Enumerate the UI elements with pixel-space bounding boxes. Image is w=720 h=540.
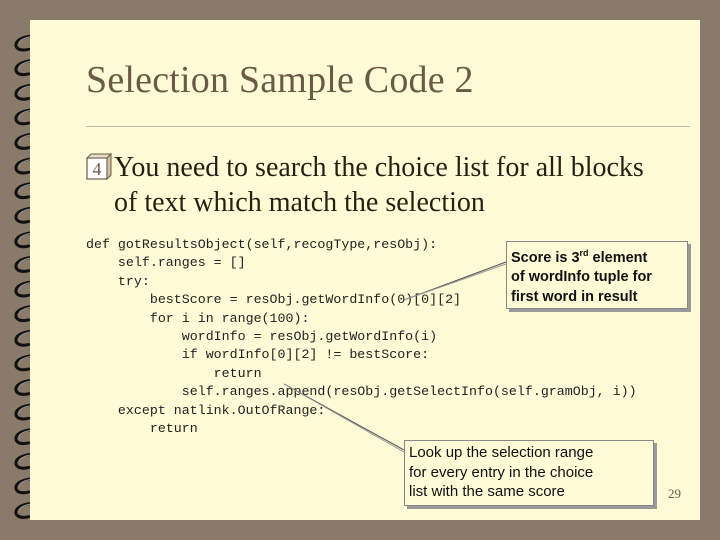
bullet-text: You need to search the choice list for a… bbox=[114, 152, 644, 218]
code-line: return bbox=[86, 365, 262, 381]
lookup-callout: Look up the selection range for every en… bbox=[404, 440, 654, 506]
svg-text:4: 4 bbox=[93, 159, 102, 179]
title-divider bbox=[86, 126, 690, 127]
slide-title: Selection Sample Code 2 bbox=[86, 59, 474, 101]
code-line: return bbox=[86, 421, 198, 437]
score-callout: Score is 3rd element of wordInfo tuple f… bbox=[506, 241, 688, 309]
bullet-point: 4 You need to search the choice list for… bbox=[86, 150, 686, 222]
code-line: if wordInfo[0][2] != bestScore: bbox=[86, 347, 430, 363]
code-line: for i in range(100): bbox=[86, 310, 310, 326]
code-line: wordInfo = resObj.getWordInfo(i) bbox=[86, 329, 438, 345]
code-line: except natlink.OutOfRange: bbox=[86, 402, 326, 418]
code-line: self.ranges.append(resObj.getSelectInfo(… bbox=[86, 384, 637, 400]
numbered-box-4-icon: 4 bbox=[86, 153, 112, 181]
page-number: 29 bbox=[668, 486, 681, 501]
